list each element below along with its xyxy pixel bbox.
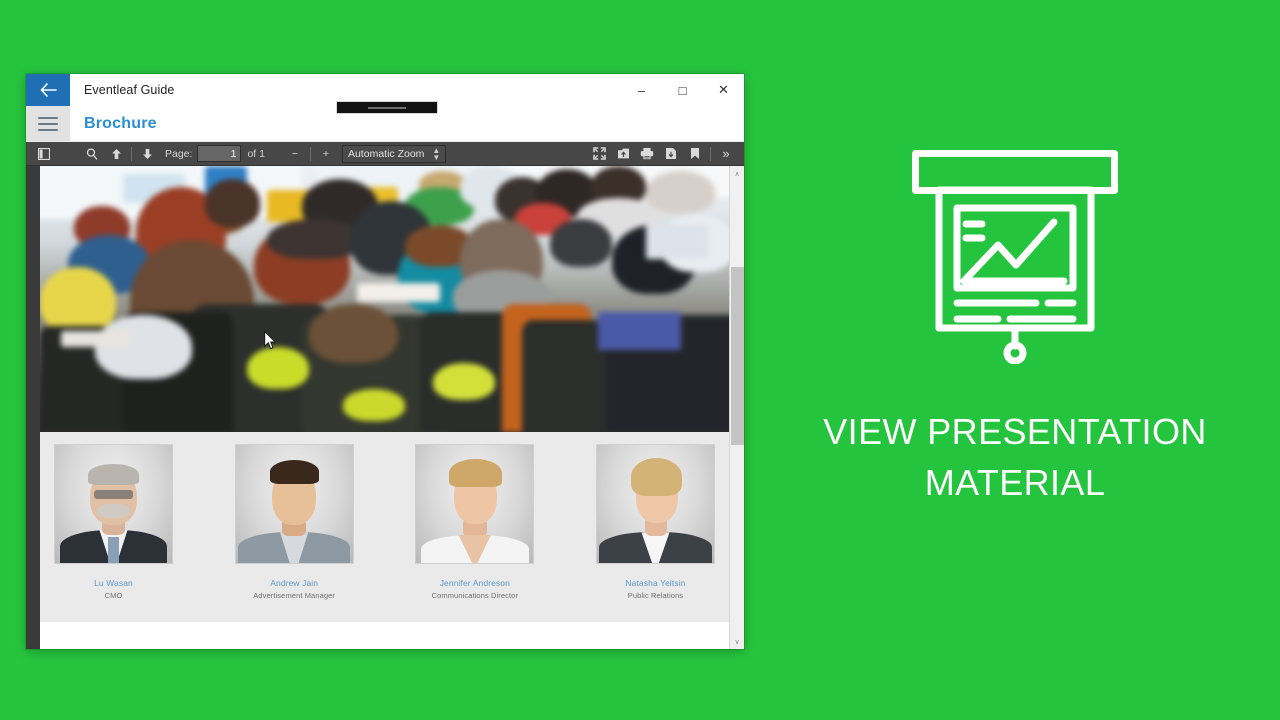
seminar-audience-photo [40, 166, 729, 432]
page-title: Brochure [84, 114, 157, 132]
scroll-down-arrow-icon[interactable]: ∨ [730, 634, 745, 649]
application-window: Eventleaf Guide – □ ✕ Brochure Page: 1 o… [26, 74, 744, 649]
team-member-card: Natasha Yeltsin Public Relations [595, 444, 715, 600]
pdf-viewport: Lu Wasan CMO Andrew Jain Advertisement M… [26, 166, 744, 649]
member-name: Lu Wasan [94, 578, 133, 588]
member-name: Jennifer Andreson [439, 578, 510, 588]
more-tools-button[interactable]: » [714, 144, 738, 164]
promo-headline: VIEW PRESENTATION MATERIAL [823, 406, 1207, 508]
page-number-input[interactable] [197, 145, 242, 162]
member-name: Natasha Yeltsin [625, 578, 686, 588]
team-member-card: Lu Wasan CMO [54, 444, 173, 600]
member-title: Public Relations [627, 591, 684, 600]
pdf-viewer-toolbar: Page: of 1 − + Automatic Zoom ▲▼ [26, 142, 744, 166]
avatar [595, 444, 715, 564]
promo-line-2: MATERIAL [924, 462, 1106, 504]
vertical-scrollbar[interactable]: ∧ ∨ [729, 166, 744, 649]
scroll-up-arrow-icon[interactable]: ∧ [730, 166, 745, 181]
fullscreen-presentation-icon[interactable] [587, 144, 611, 164]
member-title: Advertisement Manager [253, 591, 336, 600]
hamburger-line [38, 122, 58, 125]
arrow-down-icon[interactable] [135, 144, 159, 164]
zoom-in-button[interactable]: + [314, 144, 338, 164]
minimize-button[interactable]: – [621, 74, 662, 106]
team-row: Lu Wasan CMO Andrew Jain Advertisement M… [54, 444, 715, 600]
team-member-card: Andrew Jain Advertisement Manager [234, 444, 354, 600]
back-arrow-icon [40, 83, 57, 97]
team-member-card: Jennifer Andreson Communications Directo… [415, 444, 535, 600]
hamburger-line [38, 128, 58, 131]
page-total-label: of 1 [247, 147, 265, 160]
avatar [54, 444, 173, 564]
presentation-screen-chart-icon [912, 150, 1118, 365]
zoom-level-select[interactable]: Automatic Zoom ▲ ▼ [341, 144, 447, 163]
maximize-button[interactable]: □ [662, 74, 703, 106]
sidebar-toggle-icon[interactable] [32, 144, 56, 164]
window-controls: – □ ✕ [621, 74, 744, 106]
toolbar-divider [710, 146, 711, 161]
pdf-gutter [26, 166, 40, 649]
member-title: CMO [104, 591, 123, 600]
avatar [415, 444, 535, 564]
scrollbar-thumb[interactable] [730, 267, 744, 445]
open-file-icon[interactable] [611, 144, 635, 164]
bookmark-icon[interactable] [683, 144, 707, 164]
member-name: Andrew Jain [270, 578, 319, 588]
zoom-level-value: Automatic Zoom [347, 147, 425, 160]
pdf-page: Lu Wasan CMO Andrew Jain Advertisement M… [40, 166, 729, 649]
promo-panel: VIEW PRESENTATION MATERIAL [790, 150, 1240, 508]
print-icon[interactable] [635, 144, 659, 164]
chevron-updown-icon: ▲ ▼ [432, 145, 441, 162]
team-section: Lu Wasan CMO Andrew Jain Advertisement M… [40, 432, 729, 649]
member-title: Communications Director [431, 591, 519, 600]
hamburger-menu-icon[interactable] [26, 106, 70, 141]
close-button[interactable]: ✕ [703, 74, 744, 106]
scrollbar-track[interactable] [730, 181, 745, 634]
back-button[interactable] [26, 74, 70, 106]
avatar [234, 444, 354, 564]
toolbar-divider [131, 146, 132, 161]
promo-line-1: VIEW PRESENTATION [823, 411, 1207, 452]
floating-dark-bar [336, 101, 438, 114]
zoom-out-button[interactable]: − [283, 144, 307, 164]
search-icon[interactable] [80, 144, 104, 164]
hamburger-line [38, 116, 58, 119]
download-icon[interactable] [659, 144, 683, 164]
page-footer-whitespace [40, 622, 729, 649]
page-label: Page: [165, 147, 193, 160]
arrow-up-icon[interactable] [104, 144, 128, 164]
photo-detail [40, 166, 729, 432]
dark-bar-handle [368, 106, 406, 109]
title-bar: Eventleaf Guide – □ ✕ [26, 74, 744, 114]
toolbar-divider [309, 146, 311, 161]
